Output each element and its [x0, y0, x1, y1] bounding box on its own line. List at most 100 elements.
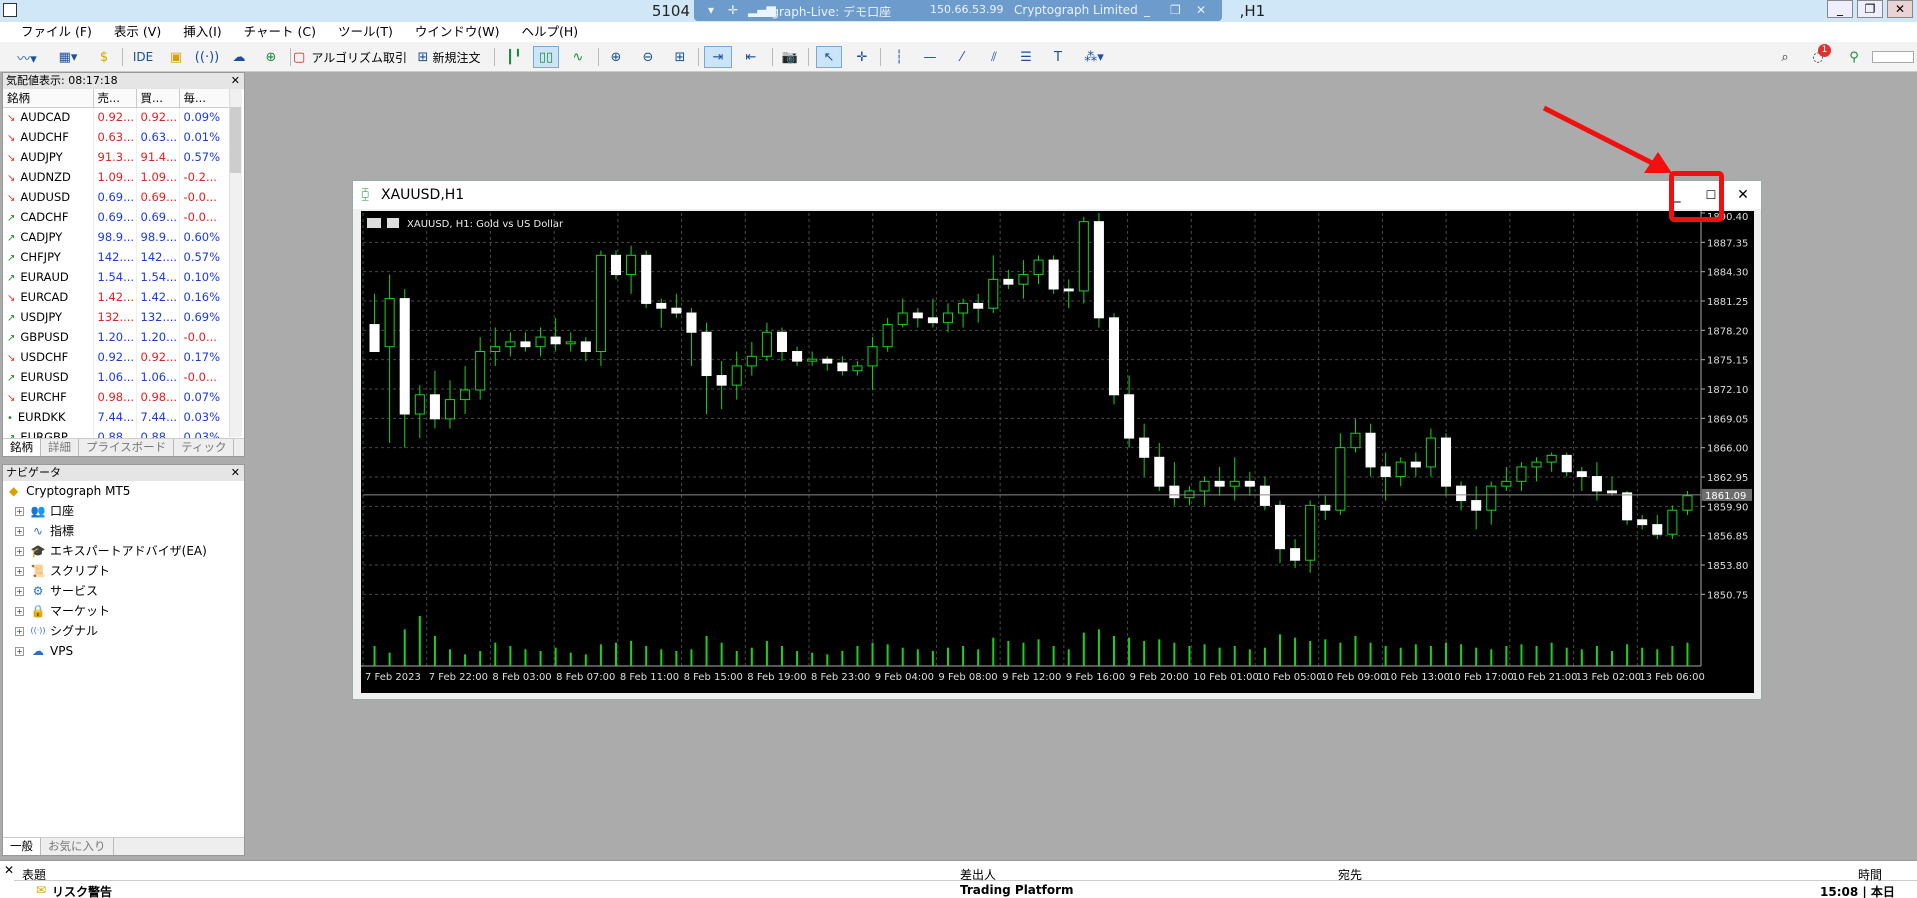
tile-windows-icon[interactable]: ⊞: [668, 46, 692, 68]
price-chart[interactable]: 1850.75 1853.80 1856.85 1859.90 1862.95 1866.…: [361, 211, 1754, 693]
equidistant-channel-icon[interactable]: ⫽: [982, 46, 1006, 68]
rdp-restore-icon[interactable]: ❐: [1170, 3, 1181, 17]
table-row[interactable]: ↗ CADJPY 98.9... 98.9... 0.60%: [3, 227, 231, 247]
mailbox-row[interactable]: ✉ リスク警告 Trading Platform 15:08 | 本日: [14, 883, 1917, 898]
navigator-item[interactable]: + 🎓 エキスパートアドバイザ(EA): [3, 541, 244, 561]
chart-close-button[interactable]: ✕: [1731, 185, 1755, 205]
fibonacci-icon[interactable]: ☰: [1014, 46, 1038, 68]
navigator-root[interactable]: ◆ Cryptograph MT5: [3, 481, 244, 501]
shapes-icon[interactable]: ⁂▾: [1076, 46, 1112, 68]
menu-file[interactable]: ファイル (F): [10, 22, 103, 42]
rdp-dropdown-icon[interactable]: ▾: [708, 3, 714, 17]
tab-ticks[interactable]: ティック: [174, 439, 235, 456]
tab-general[interactable]: 一般: [3, 838, 41, 855]
expand-icon[interactable]: +: [15, 606, 24, 616]
minimize-button[interactable]: _: [1827, 0, 1853, 18]
column-subject[interactable]: 表題: [22, 866, 46, 883]
navigator-item[interactable]: + ⚙ サービス: [3, 581, 244, 601]
chart-type-icon[interactable]: 〰▾: [12, 46, 42, 68]
ide-button[interactable]: IDE: [132, 46, 154, 68]
scrollbar-thumb[interactable]: [230, 107, 241, 173]
table-row[interactable]: ↘ AUDNZD 1.09... 1.09... -0.2...: [3, 167, 231, 187]
restore-button[interactable]: ❐: [1857, 0, 1883, 18]
table-row[interactable]: ↘ EURCAD 1.42... 1.42... 0.16%: [3, 287, 231, 307]
tab-favorites[interactable]: お気に入り: [41, 838, 114, 855]
market-toolbar-icon[interactable]: ⊕: [260, 46, 282, 68]
zoom-in-icon[interactable]: ⊕: [604, 46, 628, 68]
chart-shift-icon[interactable]: ⇤: [738, 46, 764, 68]
menu-chart[interactable]: チャート (C): [233, 22, 327, 42]
chart-window-titlebar[interactable]: ⧮ XAUUSD,H1 _ ☐ ✕: [353, 181, 1761, 209]
new-order-button[interactable]: ⊞ 新規注文: [412, 46, 486, 68]
rdp-minimize-icon[interactable]: _: [1144, 3, 1150, 17]
bar-chart-icon[interactable]: ┃╹: [502, 46, 526, 68]
menu-window[interactable]: ウインドウ(W): [404, 22, 511, 42]
expand-icon[interactable]: +: [15, 546, 24, 556]
table-row[interactable]: ↗ EURAUD 1.54... 1.54... 0.10%: [3, 267, 231, 287]
expand-icon[interactable]: +: [15, 586, 24, 596]
table-row[interactable]: ↘ EURCHF 0.98... 0.98... 0.07%: [3, 387, 231, 407]
screenshot-icon[interactable]: 📷: [778, 46, 802, 68]
search-icon[interactable]: ⌕: [1774, 46, 1796, 68]
tab-price-board[interactable]: プライスボード: [79, 439, 175, 456]
table-row[interactable]: ↘ AUDUSD 0.69... 0.69... -0.0...: [3, 187, 231, 207]
table-row[interactable]: ↘ USDCHF 0.92... 0.92... 0.17%: [3, 347, 231, 367]
table-row[interactable]: ↘ AUDCHF 0.63... 0.63... 0.01%: [3, 127, 231, 147]
expand-icon[interactable]: +: [15, 526, 24, 536]
navigator-item[interactable]: + ∿ 指標: [3, 521, 244, 541]
signals-toolbar-icon[interactable]: ((·)): [195, 46, 219, 68]
crosshair-icon[interactable]: ✛: [850, 46, 874, 68]
close-icon[interactable]: ✕: [4, 863, 14, 877]
line-chart-icon[interactable]: ∿: [566, 46, 590, 68]
algo-trading-button[interactable]: ▢ アルゴリズム取引: [293, 46, 407, 68]
level-icon[interactable]: ⚲: [1842, 46, 1866, 68]
tab-details[interactable]: 詳細: [41, 439, 79, 456]
table-row[interactable]: ↗ EURUSD 1.06... 1.06... -0.0...: [3, 367, 231, 387]
menu-help[interactable]: ヘルプ(H): [511, 22, 590, 42]
expand-icon[interactable]: +: [15, 566, 24, 576]
navigator-item[interactable]: + 📜 スクリプト: [3, 561, 244, 581]
navigator-item[interactable]: + ☁ VPS: [3, 641, 244, 661]
candlestick-icon[interactable]: ▯▯: [533, 46, 559, 68]
trendline-icon[interactable]: ⁄: [950, 46, 974, 68]
table-row[interactable]: ↘ AUDJPY 91.3... 91.4... 0.57%: [3, 147, 231, 167]
column-daily-change[interactable]: 毎...: [179, 89, 231, 108]
rdp-connection-bar[interactable]: ▾ ✛ ▂▄▆ ograph-Live: デモ口座 150.66.53.99 C…: [694, 0, 1222, 21]
column-bid[interactable]: 売...: [93, 89, 137, 108]
rdp-close-icon[interactable]: ✕: [1196, 3, 1206, 17]
vertical-line-icon[interactable]: ┆: [888, 46, 910, 68]
menu-tools[interactable]: ツール(T): [327, 22, 404, 42]
navigator-item[interactable]: + 🔒 マーケット: [3, 601, 244, 621]
navigator-item[interactable]: + 👥 口座: [3, 501, 244, 521]
auto-scroll-icon[interactable]: ⇥: [704, 46, 732, 68]
zoom-out-icon[interactable]: ⊖: [636, 46, 660, 68]
trading-icon[interactable]: $: [94, 46, 114, 68]
close-icon[interactable]: ✕: [231, 73, 240, 89]
table-row[interactable]: ↘ AUDCAD 0.92... 0.92... 0.09%: [3, 107, 231, 127]
notifications-icon[interactable]: ◌ 1: [1806, 44, 1831, 68]
close-icon[interactable]: ✕: [231, 465, 240, 481]
vps-toolbar-icon[interactable]: ☁: [228, 46, 250, 68]
horizontal-line-icon[interactable]: —: [918, 46, 942, 68]
close-button[interactable]: ✕: [1887, 0, 1913, 18]
table-row[interactable]: ↗ CADCHF 0.69... 0.69... -0.0...: [3, 207, 231, 227]
table-row[interactable]: ↗ CHFJPY 142.... 142.... 0.57%: [3, 247, 231, 267]
text-tool-icon[interactable]: T: [1046, 46, 1070, 68]
column-to[interactable]: 宛先: [1338, 866, 1362, 883]
expand-icon[interactable]: +: [15, 626, 24, 636]
table-row[interactable]: • EURDKK 7.44... 7.44... 0.03%: [3, 407, 231, 427]
column-from[interactable]: 差出人: [960, 866, 996, 883]
column-ask[interactable]: 買...: [136, 89, 180, 108]
shop-bag-icon[interactable]: ▣: [166, 46, 186, 68]
table-row[interactable]: ↗ GBPUSD 1.20... 1.20... -0.0...: [3, 327, 231, 347]
tab-symbols[interactable]: 銘柄: [3, 439, 41, 456]
menu-view[interactable]: 表示 (V): [103, 22, 172, 42]
cursor-icon[interactable]: ↖: [816, 46, 842, 68]
templates-icon[interactable]: ▦▾: [50, 46, 86, 68]
expand-icon[interactable]: +: [15, 506, 24, 516]
rdp-pin-icon[interactable]: ✛: [728, 3, 738, 17]
navigator-item[interactable]: + ((·)) シグナル: [3, 621, 244, 641]
column-time[interactable]: 時間: [1858, 866, 1882, 883]
expand-icon[interactable]: +: [15, 646, 24, 656]
menu-insert[interactable]: 挿入(I): [172, 22, 232, 42]
